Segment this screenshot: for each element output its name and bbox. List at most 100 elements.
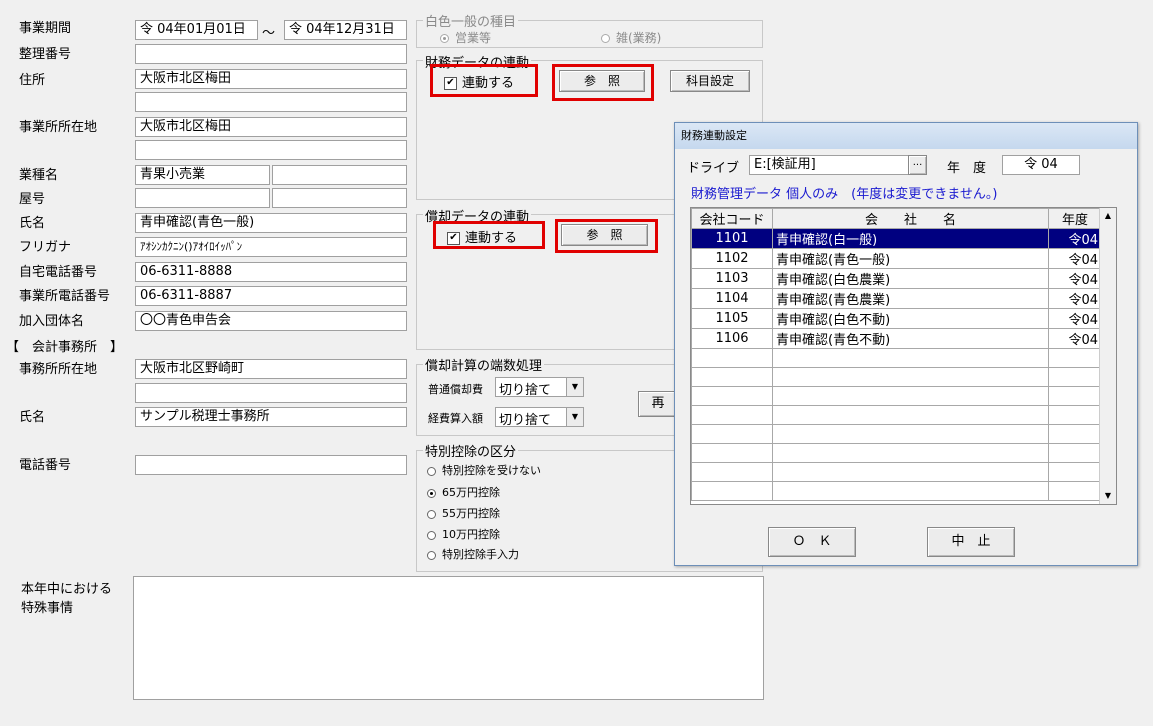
deduction-option-label: 55万円控除 — [442, 507, 500, 520]
table-row[interactable] — [691, 386, 1102, 406]
ref-no-field[interactable] — [135, 44, 407, 64]
deduction-option[interactable]: 特別控除を受けない — [427, 462, 541, 478]
dialog-info-text: 財務管理データ 個人のみ (年度は変更できません。) — [691, 187, 998, 202]
table-row[interactable]: 1104 青申確認(青色農業) 令04 — [691, 288, 1102, 309]
table-row[interactable]: 1102 青申確認(青色一般) 令04 — [691, 248, 1102, 269]
checkbox-checked-icon: ✔ — [444, 77, 457, 90]
table-cell-year — [1048, 348, 1102, 368]
trade-name-label: 屋号 — [19, 192, 46, 207]
table-row[interactable]: 1101 青申確認(白一般) 令04 — [691, 228, 1102, 249]
accountant-section-heading: 【 会計事務所 】 — [6, 340, 124, 355]
industry-field[interactable]: 青果小売業 — [135, 165, 270, 185]
period-start-field[interactable]: 令 04年01月01日 — [135, 20, 258, 40]
deduction-option-label: 特別控除を受けない — [442, 464, 541, 477]
ok-button[interactable]: Ｏ Ｋ — [768, 527, 856, 557]
kana-field[interactable]: ｱｵｼﾝｶｸﾆﾝ()ｱｵｲﾛｲｯﾊﾟﾝ — [135, 237, 407, 257]
table-cell-code — [691, 424, 773, 444]
depr-link-checkbox[interactable]: ✔ 連動する — [447, 227, 517, 246]
industry-field-2[interactable] — [272, 165, 407, 185]
table-row[interactable] — [691, 462, 1102, 482]
trade-name-field[interactable] — [135, 188, 270, 208]
table-row[interactable]: 1105 青申確認(白色不動) 令04 — [691, 308, 1102, 329]
year-field: 令 04 — [1002, 155, 1080, 175]
acc-address-field[interactable]: 大阪市北区野崎町 — [135, 359, 407, 379]
table-row[interactable] — [691, 348, 1102, 368]
table-cell-code: 1105 — [691, 308, 773, 329]
browse-button[interactable]: ... — [908, 155, 927, 175]
table-cell-year: 令04 — [1048, 328, 1102, 349]
white-type-option-1: 営業等 — [440, 29, 491, 46]
drive-field[interactable]: E:[検証用] — [749, 155, 909, 175]
acc-address-field-2[interactable] — [135, 383, 407, 403]
acc-address-label: 事務所所在地 — [19, 362, 98, 377]
office-address-field-2[interactable] — [135, 140, 407, 160]
table-cell-code: 1102 — [691, 248, 773, 269]
chevron-down-icon: ▼ — [566, 408, 583, 426]
special-label-1: 本年中における — [21, 582, 113, 597]
table-row[interactable]: 1106 青申確認(青色不動) 令04 — [691, 328, 1102, 349]
grid-scrollbar[interactable]: ▲ ▼ — [1099, 208, 1116, 504]
table-row[interactable] — [691, 424, 1102, 444]
scroll-down-icon[interactable]: ▼ — [1100, 488, 1116, 504]
finance-ref-button[interactable]: 参 照 — [559, 70, 645, 92]
table-cell-name — [772, 481, 1049, 501]
radio-icon — [427, 466, 436, 476]
deduction-option-label: 特別控除手入力 — [442, 548, 519, 561]
account-settings-button[interactable]: 科目設定 — [670, 70, 750, 92]
table-row[interactable] — [691, 367, 1102, 387]
deduction-option[interactable]: 65万円控除 — [427, 484, 500, 500]
column-header-name[interactable]: 会 社 名 — [772, 208, 1049, 229]
scroll-up-icon[interactable]: ▲ — [1100, 208, 1116, 224]
office-phone-label: 事業所電話番号 — [19, 289, 111, 304]
depr-ref-button[interactable]: 参 照 — [561, 224, 648, 246]
finance-link-checkbox[interactable]: ✔ 連動する — [444, 72, 514, 91]
table-cell-name — [772, 367, 1049, 387]
table-cell-year — [1048, 481, 1102, 501]
address-field[interactable]: 大阪市北区梅田 — [135, 69, 407, 89]
home-phone-field[interactable]: 06-6311-8888 — [135, 262, 407, 282]
period-end-field[interactable]: 令 04年12月31日 — [284, 20, 407, 40]
table-cell-year — [1048, 443, 1102, 463]
table-cell-name: 青申確認(青色一般) — [772, 248, 1049, 269]
table-row[interactable] — [691, 443, 1102, 463]
acc-phone-field[interactable] — [135, 455, 407, 475]
finance-link-dialog: 財務連動設定 ドライブ E:[検証用] ... 年 度 令 04 財務管理データ… — [674, 122, 1138, 566]
office-phone-field[interactable]: 06-6311-8887 — [135, 286, 407, 306]
recalc-button[interactable]: 再 — [638, 391, 678, 417]
deduction-option[interactable]: 10万円控除 — [427, 526, 500, 542]
table-cell-code — [691, 367, 773, 387]
column-header-year[interactable]: 年度 — [1048, 208, 1102, 229]
period-label: 事業期間 — [19, 21, 72, 36]
name-field[interactable]: 青申確認(青色一般) — [135, 213, 407, 233]
office-address-field[interactable]: 大阪市北区梅田 — [135, 117, 407, 137]
table-row[interactable]: 1103 青申確認(白色農業) 令04 — [691, 268, 1102, 289]
normal-depr-label: 普通償却費 — [428, 383, 483, 396]
dialog-title: 財務連動設定 — [675, 123, 1137, 149]
expense-label: 経費算入額 — [428, 412, 483, 425]
trade-name-field-2[interactable] — [272, 188, 407, 208]
period-separator: ～ — [262, 26, 276, 41]
table-cell-name: 青申確認(白色農業) — [772, 268, 1049, 289]
acc-phone-label: 電話番号 — [19, 458, 72, 473]
acc-name-label: 氏名 — [19, 410, 46, 425]
expense-select[interactable]: 切り捨て ▼ — [495, 407, 584, 428]
acc-name-field[interactable]: サンプル税理士事務所 — [135, 407, 407, 427]
normal-depr-select[interactable]: 切り捨て ▼ — [495, 377, 584, 398]
column-header-code[interactable]: 会社コード — [691, 208, 773, 229]
table-cell-code: 1101 — [691, 228, 773, 249]
table-row[interactable] — [691, 481, 1102, 501]
special-circumstances-textarea[interactable] — [133, 576, 764, 700]
radio-icon — [601, 34, 610, 43]
cancel-button[interactable]: 中 止 — [927, 527, 1015, 557]
table-cell-name — [772, 424, 1049, 444]
org-field[interactable]: 〇〇青色申告会 — [135, 311, 407, 331]
company-grid[interactable]: 会社コード 会 社 名 年度 1101 青申確認(白一般) 令04 1102 青申確認(… — [690, 207, 1117, 505]
deduction-option[interactable]: 55万円控除 — [427, 505, 500, 521]
white-type-title: 白色一般の種目 — [423, 11, 519, 30]
address-field-2[interactable] — [135, 92, 407, 112]
deduction-option[interactable]: 特別控除手入力 — [427, 546, 519, 562]
table-cell-year — [1048, 367, 1102, 387]
table-cell-name — [772, 462, 1049, 482]
table-cell-name — [772, 443, 1049, 463]
table-row[interactable] — [691, 405, 1102, 425]
